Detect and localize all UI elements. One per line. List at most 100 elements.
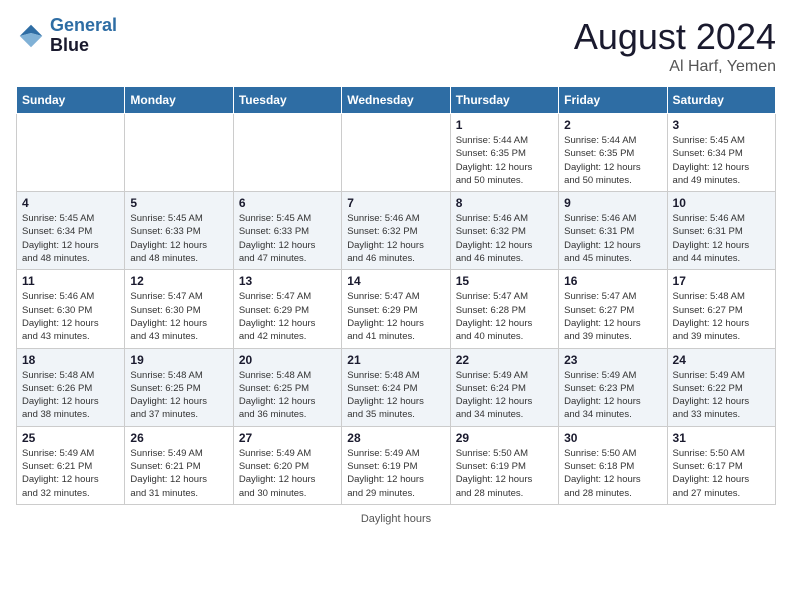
calendar-cell: 16 Sunrise: 5:47 AM Sunset: 6:27 PM Dayli… [559, 270, 667, 348]
day-info: Sunrise: 5:44 AM Sunset: 6:35 PM Dayligh… [564, 134, 661, 187]
header-day-tuesday: Tuesday [233, 87, 341, 114]
day-info: Sunrise: 5:47 AM Sunset: 6:30 PM Dayligh… [130, 290, 227, 343]
day-info: Sunrise: 5:48 AM Sunset: 6:24 PM Dayligh… [347, 369, 444, 422]
day-number: 24 [673, 353, 770, 367]
header-day-thursday: Thursday [450, 87, 558, 114]
day-number: 19 [130, 353, 227, 367]
logo-line1: General [50, 15, 117, 35]
day-info: Sunrise: 5:49 AM Sunset: 6:21 PM Dayligh… [130, 447, 227, 500]
day-info: Sunrise: 5:49 AM Sunset: 6:22 PM Dayligh… [673, 369, 770, 422]
day-info: Sunrise: 5:48 AM Sunset: 6:26 PM Dayligh… [22, 369, 119, 422]
calendar-cell: 27Sunrise: 5:49 AM Sunset: 6:20 PM Dayli… [233, 426, 341, 504]
day-info: Sunrise: 5:47 AM Sunset: 6:29 PM Dayligh… [239, 290, 336, 343]
day-info: Sunrise: 5:50 AM Sunset: 6:17 PM Dayligh… [673, 447, 770, 500]
day-info: Sunrise: 5:45 AM Sunset: 6:34 PM Dayligh… [673, 134, 770, 187]
calendar-cell: 21 Sunrise: 5:48 AM Sunset: 6:24 PM Dayli… [342, 348, 450, 426]
day-number: 7 [347, 196, 444, 210]
page-header: General Blue August 2024 Al Harf, Yemen [16, 16, 776, 76]
day-info: Sunrise: 5:44 AM Sunset: 6:35 PM Dayligh… [456, 134, 553, 187]
calendar-cell: 12Sunrise: 5:47 AM Sunset: 6:30 PM Dayli… [125, 270, 233, 348]
day-number: 2 [564, 118, 661, 132]
calendar-cell: 1 Sunrise: 5:44 AM Sunset: 6:35 PM Daylig… [450, 114, 558, 192]
logo: General Blue [16, 16, 117, 56]
day-number: 30 [564, 431, 661, 445]
day-info: Sunrise: 5:48 AM Sunset: 6:25 PM Dayligh… [130, 369, 227, 422]
day-info: Sunrise: 5:45 AM Sunset: 6:33 PM Dayligh… [130, 212, 227, 265]
calendar-cell: 9 Sunrise: 5:46 AM Sunset: 6:31 PM Daylig… [559, 192, 667, 270]
day-number: 31 [673, 431, 770, 445]
calendar-cell: 13 Sunrise: 5:47 AM Sunset: 6:29 PM Dayli… [233, 270, 341, 348]
calendar-cell: 25 Sunrise: 5:49 AM Sunset: 6:21 PM Dayli… [17, 426, 125, 504]
logo-icon [16, 21, 46, 51]
calendar-cell: 7 Sunrise: 5:46 AM Sunset: 6:32 PM Daylig… [342, 192, 450, 270]
calendar-title: August 2024 [574, 16, 776, 58]
day-number: 9 [564, 196, 661, 210]
day-info: Sunrise: 5:48 AM Sunset: 6:27 PM Dayligh… [673, 290, 770, 343]
day-number: 21 [347, 353, 444, 367]
day-info: Sunrise: 5:46 AM Sunset: 6:31 PM Dayligh… [564, 212, 661, 265]
day-number: 11 [22, 274, 119, 288]
day-info: Sunrise: 5:46 AM Sunset: 6:31 PM Dayligh… [673, 212, 770, 265]
header-row: SundayMondayTuesdayWednesdayThursdayFrid… [17, 87, 776, 114]
calendar-cell: 8 Sunrise: 5:46 AM Sunset: 6:32 PM Daylig… [450, 192, 558, 270]
day-info: Sunrise: 5:46 AM Sunset: 6:32 PM Dayligh… [456, 212, 553, 265]
calendar-cell: 20 Sunrise: 5:48 AM Sunset: 6:25 PM Dayli… [233, 348, 341, 426]
day-info: Sunrise: 5:47 AM Sunset: 6:28 PM Dayligh… [456, 290, 553, 343]
calendar-table: SundayMondayTuesdayWednesdayThursdayFrid… [16, 86, 776, 505]
day-number: 20 [239, 353, 336, 367]
calendar-cell [125, 114, 233, 192]
day-info: Sunrise: 5:47 AM Sunset: 6:27 PM Dayligh… [564, 290, 661, 343]
day-info: Sunrise: 5:49 AM Sunset: 6:24 PM Dayligh… [456, 369, 553, 422]
calendar-cell: 15 Sunrise: 5:47 AM Sunset: 6:28 PM Dayli… [450, 270, 558, 348]
calendar-cell: 2 Sunrise: 5:44 AM Sunset: 6:35 PM Daylig… [559, 114, 667, 192]
calendar-cell: 10 Sunrise: 5:46 AM Sunset: 6:31 PM Dayli… [667, 192, 775, 270]
day-info: Sunrise: 5:50 AM Sunset: 6:19 PM Dayligh… [456, 447, 553, 500]
calendar-subtitle: Al Harf, Yemen [574, 58, 776, 76]
day-number: 25 [22, 431, 119, 445]
calendar-cell: 11 Sunrise: 5:46 AM Sunset: 6:30 PM Dayli… [17, 270, 125, 348]
day-info: Sunrise: 5:47 AM Sunset: 6:29 PM Dayligh… [347, 290, 444, 343]
day-number: 16 [564, 274, 661, 288]
footer-text: Daylight hours [361, 513, 431, 525]
day-number: 10 [673, 196, 770, 210]
day-number: 23 [564, 353, 661, 367]
calendar-cell [233, 114, 341, 192]
day-info: Sunrise: 5:49 AM Sunset: 6:21 PM Dayligh… [22, 447, 119, 500]
day-number: 13 [239, 274, 336, 288]
calendar-cell: 22Sunrise: 5:49 AM Sunset: 6:24 PM Dayli… [450, 348, 558, 426]
calendar-cell: 18 Sunrise: 5:48 AM Sunset: 6:26 PM Dayli… [17, 348, 125, 426]
day-number: 18 [22, 353, 119, 367]
calendar-week-1: 4 Sunrise: 5:45 AM Sunset: 6:34 PM Daylig… [17, 192, 776, 270]
calendar-cell: 5Sunrise: 5:45 AM Sunset: 6:33 PM Daylig… [125, 192, 233, 270]
day-info: Sunrise: 5:50 AM Sunset: 6:18 PM Dayligh… [564, 447, 661, 500]
logo-line2: Blue [50, 36, 117, 56]
header-day-friday: Friday [559, 87, 667, 114]
logo-text: General Blue [50, 16, 117, 56]
calendar-cell [342, 114, 450, 192]
day-number: 1 [456, 118, 553, 132]
calendar-cell: 29 Sunrise: 5:50 AM Sunset: 6:19 PM Dayli… [450, 426, 558, 504]
calendar-week-3: 18 Sunrise: 5:48 AM Sunset: 6:26 PM Dayli… [17, 348, 776, 426]
day-info: Sunrise: 5:48 AM Sunset: 6:25 PM Dayligh… [239, 369, 336, 422]
day-number: 29 [456, 431, 553, 445]
calendar-cell: 6Sunrise: 5:45 AM Sunset: 6:33 PM Daylig… [233, 192, 341, 270]
day-number: 8 [456, 196, 553, 210]
header-day-saturday: Saturday [667, 87, 775, 114]
day-info: Sunrise: 5:49 AM Sunset: 6:20 PM Dayligh… [239, 447, 336, 500]
day-info: Sunrise: 5:46 AM Sunset: 6:30 PM Dayligh… [22, 290, 119, 343]
calendar-cell: 30 Sunrise: 5:50 AM Sunset: 6:18 PM Dayli… [559, 426, 667, 504]
day-info: Sunrise: 5:49 AM Sunset: 6:19 PM Dayligh… [347, 447, 444, 500]
calendar-week-4: 25 Sunrise: 5:49 AM Sunset: 6:21 PM Dayli… [17, 426, 776, 504]
day-info: Sunrise: 5:46 AM Sunset: 6:32 PM Dayligh… [347, 212, 444, 265]
day-number: 15 [456, 274, 553, 288]
header-day-monday: Monday [125, 87, 233, 114]
calendar-cell: 4 Sunrise: 5:45 AM Sunset: 6:34 PM Daylig… [17, 192, 125, 270]
calendar-header: SundayMondayTuesdayWednesdayThursdayFrid… [17, 87, 776, 114]
day-info: Sunrise: 5:45 AM Sunset: 6:33 PM Dayligh… [239, 212, 336, 265]
day-info: Sunrise: 5:45 AM Sunset: 6:34 PM Dayligh… [22, 212, 119, 265]
day-number: 4 [22, 196, 119, 210]
day-number: 17 [673, 274, 770, 288]
calendar-cell: 23Sunrise: 5:49 AM Sunset: 6:23 PM Dayli… [559, 348, 667, 426]
calendar-body: 1 Sunrise: 5:44 AM Sunset: 6:35 PM Daylig… [17, 114, 776, 505]
calendar-cell: 24 Sunrise: 5:49 AM Sunset: 6:22 PM Dayli… [667, 348, 775, 426]
